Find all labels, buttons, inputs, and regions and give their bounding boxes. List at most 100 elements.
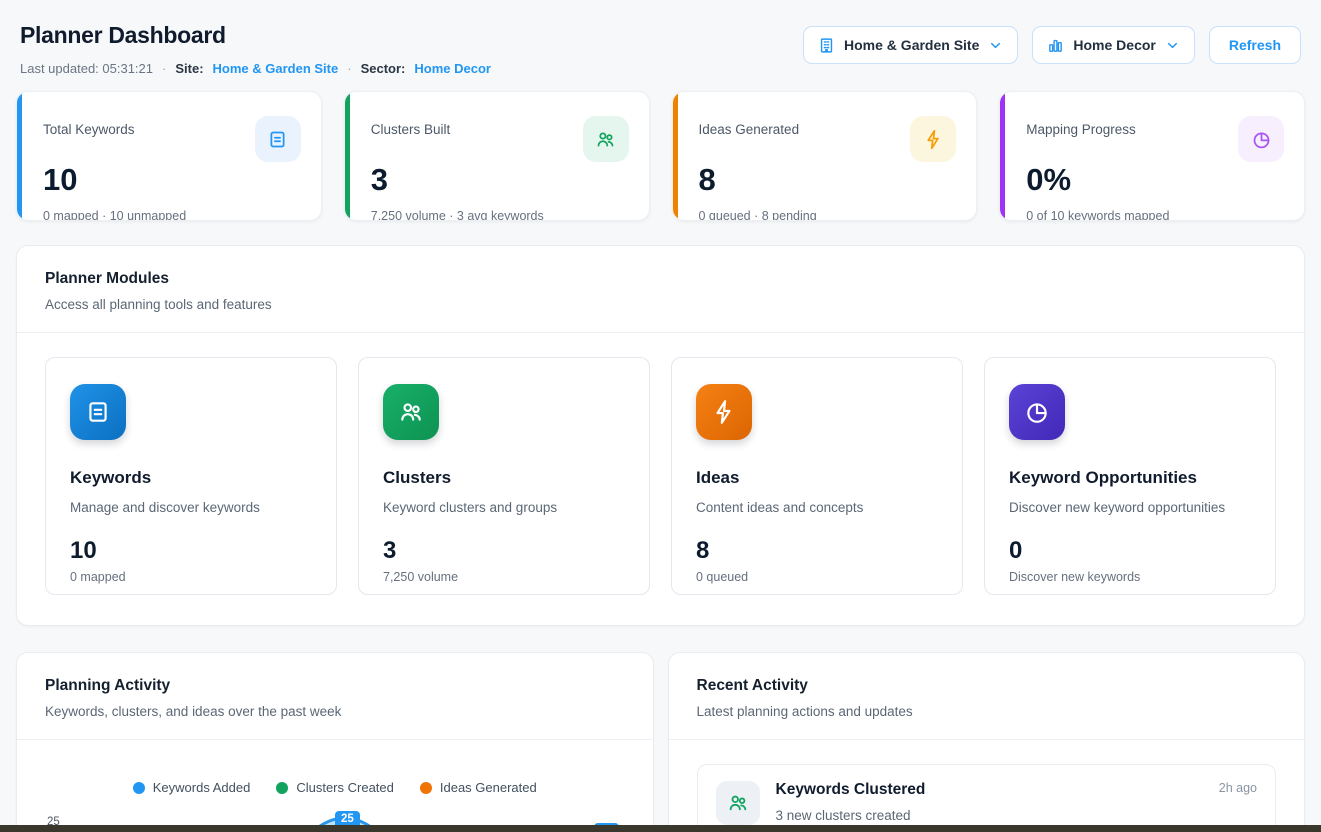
recent-activity-panel: Recent Activity Latest planning actions … — [668, 652, 1306, 832]
page-title: Planner Dashboard — [20, 22, 491, 49]
activity-item-body: Keywords Clustered 2h ago 3 new clusters… — [776, 781, 1258, 823]
header-meta: Last updated: 05:31:21 · Site: Home & Ga… — [20, 61, 491, 76]
legend-item-keywords-added: Keywords Added — [133, 780, 251, 795]
activity-item-description: 3 new clusters created — [776, 808, 1258, 823]
module-value: 3 — [383, 539, 625, 563]
legend-dot-icon — [420, 782, 432, 794]
sector-label: Sector: — [361, 61, 406, 76]
legend-dot-icon — [133, 782, 145, 794]
module-value: 8 — [696, 539, 938, 563]
module-description: Content ideas and concepts — [696, 500, 938, 515]
bar-chart-icon — [1047, 37, 1064, 54]
recent-activity-title: Recent Activity — [697, 677, 1277, 695]
document-icon — [255, 116, 301, 162]
refresh-button[interactable]: Refresh — [1209, 26, 1301, 64]
meta-separator: · — [162, 61, 166, 76]
legend-item-clusters-created: Clusters Created — [276, 780, 394, 795]
module-title: Keyword Opportunities — [1009, 468, 1251, 488]
planning-activity-subtitle: Keywords, clusters, and ideas over the p… — [45, 704, 625, 719]
stat-value: 3 — [371, 164, 629, 195]
chevron-down-icon — [1165, 38, 1180, 53]
stat-label: Clusters Built — [371, 116, 451, 137]
legend-label: Clusters Created — [296, 780, 394, 795]
stat-subtext: 0 queued · 8 pending — [699, 209, 957, 221]
stat-card-total-keywords: Total Keywords 10 0 mapped · 10 unmapped — [16, 91, 322, 221]
header-left: Planner Dashboard Last updated: 05:31:21… — [20, 22, 491, 76]
stat-label: Mapping Progress — [1026, 116, 1136, 137]
last-updated-text: Last updated: 05:31:21 — [20, 61, 153, 76]
module-title: Keywords — [70, 468, 312, 488]
chevron-down-icon — [988, 38, 1003, 53]
stat-subtext: 0 mapped · 10 unmapped — [43, 209, 301, 221]
recent-activity-subtitle: Latest planning actions and updates — [697, 704, 1277, 719]
module-subtext: 0 queued — [696, 570, 938, 584]
module-subtext: 0 mapped — [70, 570, 312, 584]
site-label: Site: — [175, 61, 203, 76]
document-icon — [70, 384, 126, 440]
legend-dot-icon — [276, 782, 288, 794]
modules-grid: Keywords Manage and discover keywords 10… — [17, 333, 1304, 625]
module-subtext: Discover new keywords — [1009, 570, 1251, 584]
module-description: Manage and discover keywords — [70, 500, 312, 515]
module-card-clusters[interactable]: Clusters Keyword clusters and groups 3 7… — [358, 357, 650, 595]
module-description: Discover new keyword opportunities — [1009, 500, 1251, 515]
site-selector-dropdown[interactable]: Home & Garden Site — [803, 26, 1018, 64]
planner-dashboard-page: Planner Dashboard Last updated: 05:31:21… — [0, 0, 1321, 832]
module-title: Clusters — [383, 468, 625, 488]
modules-subtitle: Access all planning tools and features — [45, 297, 1276, 312]
stat-card-ideas-generated: Ideas Generated 8 0 queued · 8 pending — [672, 91, 978, 221]
module-title: Ideas — [696, 468, 938, 488]
pie-chart-icon — [1238, 116, 1284, 162]
stat-label: Ideas Generated — [699, 116, 800, 137]
site-link[interactable]: Home & Garden Site — [213, 61, 339, 76]
recent-activity-header: Recent Activity Latest planning actions … — [669, 653, 1305, 739]
stat-value: 10 — [43, 164, 301, 195]
chart-legend: Keywords Added Clusters Created Ideas Ge… — [17, 780, 653, 795]
stat-subtext: 0 of 10 keywords mapped — [1026, 209, 1284, 221]
planning-activity-title: Planning Activity — [45, 677, 625, 695]
module-value: 0 — [1009, 539, 1251, 563]
stat-card-clusters-built: Clusters Built 3 7,250 volume · 3 avg ke… — [344, 91, 650, 221]
sector-link[interactable]: Home Decor — [414, 61, 491, 76]
module-description: Keyword clusters and groups — [383, 500, 625, 515]
activity-list-item: Keywords Clustered 2h ago 3 new clusters… — [697, 764, 1277, 832]
module-value: 10 — [70, 539, 312, 563]
pie-chart-icon — [1009, 384, 1065, 440]
stat-label: Total Keywords — [43, 116, 135, 137]
header-actions: Home & Garden Site Home Decor Refresh — [803, 26, 1301, 64]
stat-card-mapping-progress: Mapping Progress 0% 0 of 10 keywords map… — [999, 91, 1305, 221]
stat-subtext: 7,250 volume · 3 avg keywords — [371, 209, 629, 221]
activity-item-title: Keywords Clustered — [776, 781, 926, 799]
modules-panel-header: Planner Modules Access all planning tool… — [17, 246, 1304, 332]
page-header: Planner Dashboard Last updated: 05:31:21… — [16, 22, 1305, 76]
users-icon — [583, 116, 629, 162]
building-icon — [818, 37, 835, 54]
divider — [17, 739, 653, 740]
meta-separator: · — [347, 61, 351, 76]
bottom-bar — [0, 825, 1321, 832]
bottom-row: Planning Activity Keywords, clusters, an… — [16, 652, 1305, 832]
sector-selector-value: Home Decor — [1073, 37, 1155, 53]
activity-item-time: 2h ago — [1219, 781, 1257, 795]
lightning-icon — [910, 116, 956, 162]
stat-value: 0% — [1026, 164, 1284, 195]
site-selector-value: Home & Garden Site — [844, 37, 979, 53]
modules-title: Planner Modules — [45, 270, 1276, 288]
legend-label: Keywords Added — [153, 780, 251, 795]
module-card-keyword-opportunities[interactable]: Keyword Opportunities Discover new keywo… — [984, 357, 1276, 595]
sector-selector-dropdown[interactable]: Home Decor — [1032, 26, 1194, 64]
module-subtext: 7,250 volume — [383, 570, 625, 584]
divider — [669, 739, 1305, 740]
planning-activity-header: Planning Activity Keywords, clusters, an… — [17, 653, 653, 739]
stat-value: 8 — [699, 164, 957, 195]
stats-row: Total Keywords 10 0 mapped · 10 unmapped… — [16, 91, 1305, 221]
legend-item-ideas-generated: Ideas Generated — [420, 780, 537, 795]
planner-modules-panel: Planner Modules Access all planning tool… — [16, 245, 1305, 626]
planning-activity-panel: Planning Activity Keywords, clusters, an… — [16, 652, 654, 832]
module-card-keywords[interactable]: Keywords Manage and discover keywords 10… — [45, 357, 337, 595]
users-icon — [716, 781, 760, 825]
module-card-ideas[interactable]: Ideas Content ideas and concepts 8 0 que… — [671, 357, 963, 595]
legend-label: Ideas Generated — [440, 780, 537, 795]
users-icon — [383, 384, 439, 440]
lightning-icon — [696, 384, 752, 440]
